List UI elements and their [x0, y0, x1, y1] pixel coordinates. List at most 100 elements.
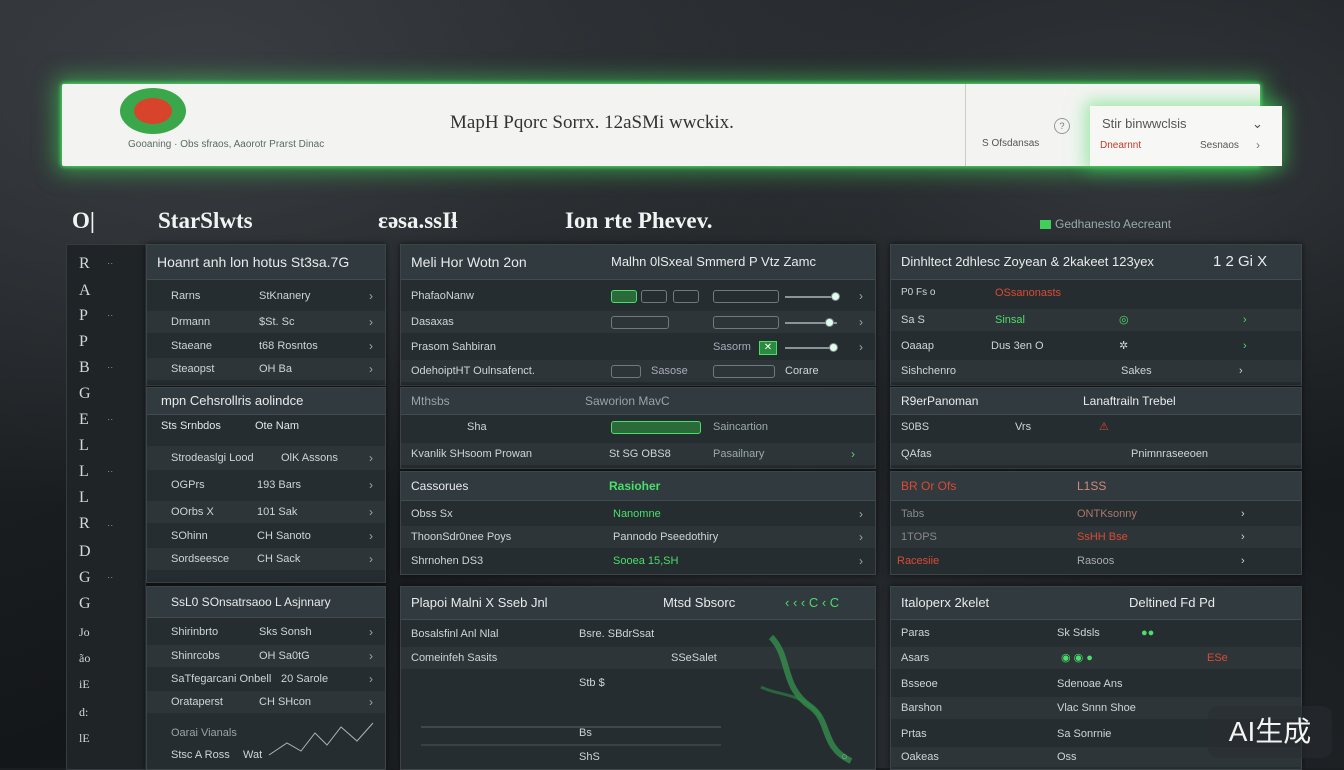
chevron-right-icon[interactable]: › [369, 311, 373, 333]
select-field[interactable] [713, 365, 775, 378]
table-row[interactable]: Orataperst CH SHcon › [147, 691, 385, 713]
rail-item[interactable]: Jo [79, 625, 90, 640]
table-row[interactable]: Bsseoe Sdenoae Ans [891, 673, 1301, 695]
rail-item[interactable]: iE [79, 677, 90, 692]
table-row[interactable]: Sordseesce CH Sack › [147, 548, 385, 570]
table-row[interactable]: Staeane t68 Rosntos › [147, 335, 385, 357]
chevron-right-icon[interactable]: › [859, 336, 863, 358]
table-row[interactable]: Shinrcobs OH Sa0tG › [147, 645, 385, 667]
chevron-right-icon[interactable]: › [369, 548, 373, 570]
select-field[interactable] [611, 316, 669, 329]
table-row[interactable]: Rarns StKnanery › [147, 285, 385, 307]
table-row[interactable]: Strodeaslgi Lood OlK Assons › [147, 446, 385, 470]
chevron-right-icon[interactable]: › [859, 311, 863, 333]
table-row[interactable]: SOhinn CH Sanoto › [147, 525, 385, 547]
chevron-right-icon[interactable]: › [369, 474, 373, 496]
table-row[interactable]: Tabs ONTKsonny › [891, 504, 1301, 524]
chevron-right-icon[interactable]: › [369, 446, 373, 470]
table-row[interactable]: S0BS Vrs ⚠ [891, 416, 1301, 438]
slider-handle[interactable] [831, 292, 840, 301]
popout-alert[interactable]: Dnearnnt [1100, 140, 1141, 151]
table-row[interactable]: Paras Sk Sdsls ●● [891, 623, 1301, 643]
slider-handle[interactable] [829, 343, 838, 352]
metric-row[interactable]: Kvanlik SHsoom Prowan St SG OBS8 Pasailnar… [401, 443, 875, 465]
rail-item[interactable]: R [79, 255, 90, 273]
chevron-right-icon[interactable]: › [1241, 550, 1245, 572]
chevron-right-icon[interactable]: › [1239, 360, 1243, 382]
rail-item[interactable]: ão [79, 651, 90, 666]
table-row[interactable]: OGPrs 193 Bars › [147, 474, 385, 496]
table-row[interactable]: QAfas Pnimnraseeoen [891, 443, 1301, 465]
rail-item[interactable]: E [79, 411, 89, 429]
chevron-right-icon[interactable]: › [1243, 335, 1247, 357]
slider-handle[interactable] [825, 318, 834, 327]
toggle-switch[interactable] [673, 290, 699, 303]
toggle-switch[interactable] [641, 290, 667, 303]
chevron-right-icon[interactable]: › [859, 526, 863, 548]
select-field[interactable] [713, 316, 779, 329]
table-row[interactable]: Drmann $St. Sc › [147, 311, 385, 333]
rail-item[interactable]: R [79, 515, 90, 533]
rail-item[interactable]: D [79, 543, 91, 561]
detail-row[interactable]: Oaaap Dus 3en O ✲ › [891, 335, 1301, 357]
settings-row[interactable]: Dasaxas › [401, 311, 875, 333]
metric-row[interactable]: Sha Saincartion [401, 416, 875, 438]
rail-item[interactable]: L [79, 463, 89, 481]
chevron-right-icon[interactable]: › [859, 504, 863, 524]
chevron-right-icon[interactable]: › [369, 335, 373, 357]
detail-row[interactable]: Sa S Sinsal ◎ › [891, 309, 1301, 331]
table-row[interactable]: Shrnohen DS3 Sooea 15,SH › [401, 550, 875, 572]
detail-row[interactable]: Sishchenro Sakes › [891, 360, 1301, 382]
chevron-right-icon[interactable]: › [369, 668, 373, 690]
chevron-right-icon[interactable]: › [1241, 526, 1245, 548]
chevron-down-icon[interactable]: ⌄ [1252, 116, 1263, 132]
rail-item[interactable]: L [79, 489, 89, 507]
toggle-switch[interactable] [611, 290, 637, 303]
rail-item[interactable]: A [79, 282, 91, 300]
table-row[interactable]: OOrbs X 101 Sak › [147, 501, 385, 523]
chevron-right-icon[interactable]: › [851, 443, 855, 465]
table-row[interactable]: Shirinbrto Sks Sonsh › [147, 621, 385, 643]
help-icon[interactable]: ? [1054, 118, 1070, 134]
notifications-popout[interactable]: Stir binwwclsis ⌄ Dnearnnt Sesnaos › [1090, 106, 1282, 166]
rail-item[interactable]: B [79, 359, 90, 377]
settings-row[interactable]: Prasom Sahbiran Sasorm ✕ › [401, 336, 875, 358]
table-row[interactable]: 1TOPS SsHH Bse › [891, 526, 1301, 548]
chevron-right-icon[interactable]: › [369, 525, 373, 547]
detail-row[interactable]: P0 Fs o OSsanonasts [891, 283, 1301, 303]
app-logo[interactable] [120, 88, 186, 134]
table-row[interactable]: Asars ◉ ◉ ● ESe [891, 647, 1301, 669]
table-row[interactable]: Obss Sx Nanomne › [401, 504, 875, 524]
table-row[interactable]: SaTfegarcani Onbell 20 Sarole › [147, 668, 385, 690]
rail-item[interactable]: L [79, 437, 89, 455]
rail-item[interactable]: P [79, 333, 88, 351]
range-slider[interactable] [785, 296, 837, 298]
table-row[interactable]: Racesiie Rasoos › [891, 550, 1301, 572]
chevron-right-icon[interactable]: › [369, 285, 373, 307]
chevron-right-icon[interactable]: › [369, 691, 373, 713]
settings-row[interactable]: PhafaoNanw › [401, 285, 875, 307]
section-heading-right[interactable]: Gedhanesto Aecreant [1040, 217, 1171, 231]
chevron-right-icon[interactable]: › [859, 550, 863, 572]
toggle-switch[interactable] [611, 365, 641, 378]
nav-arrows-icon[interactable]: ‹ ‹ ‹ C ‹ C [785, 587, 839, 619]
chevron-right-icon[interactable]: › [1256, 138, 1260, 152]
chevron-right-icon[interactable]: › [369, 501, 373, 523]
rail-item[interactable]: G [79, 569, 91, 587]
rail-item[interactable]: P [79, 307, 88, 325]
table-row[interactable]: Steaopst OH Ba › [147, 358, 385, 380]
rail-item[interactable]: d: [79, 705, 88, 720]
chevron-right-icon[interactable]: › [1243, 309, 1247, 331]
chevron-right-icon[interactable]: › [369, 358, 373, 380]
select-field[interactable] [713, 290, 779, 303]
chevron-right-icon[interactable]: › [369, 645, 373, 667]
chevron-right-icon[interactable]: › [859, 285, 863, 307]
table-row[interactable]: ThoonSdr0nee Poys Pannodo Pseedothiry › [401, 526, 875, 548]
checkbox-checked[interactable]: ✕ [759, 341, 777, 355]
chevron-right-icon[interactable]: › [369, 621, 373, 643]
rail-item[interactable]: G [79, 385, 91, 403]
gear-icon[interactable]: ✲ [1119, 335, 1128, 357]
rail-item[interactable]: lE [79, 731, 90, 746]
chevron-right-icon[interactable]: › [1241, 504, 1245, 524]
settings-row[interactable]: OdehoiptHT Oulnsafenct. Sasose Corare [401, 360, 875, 382]
